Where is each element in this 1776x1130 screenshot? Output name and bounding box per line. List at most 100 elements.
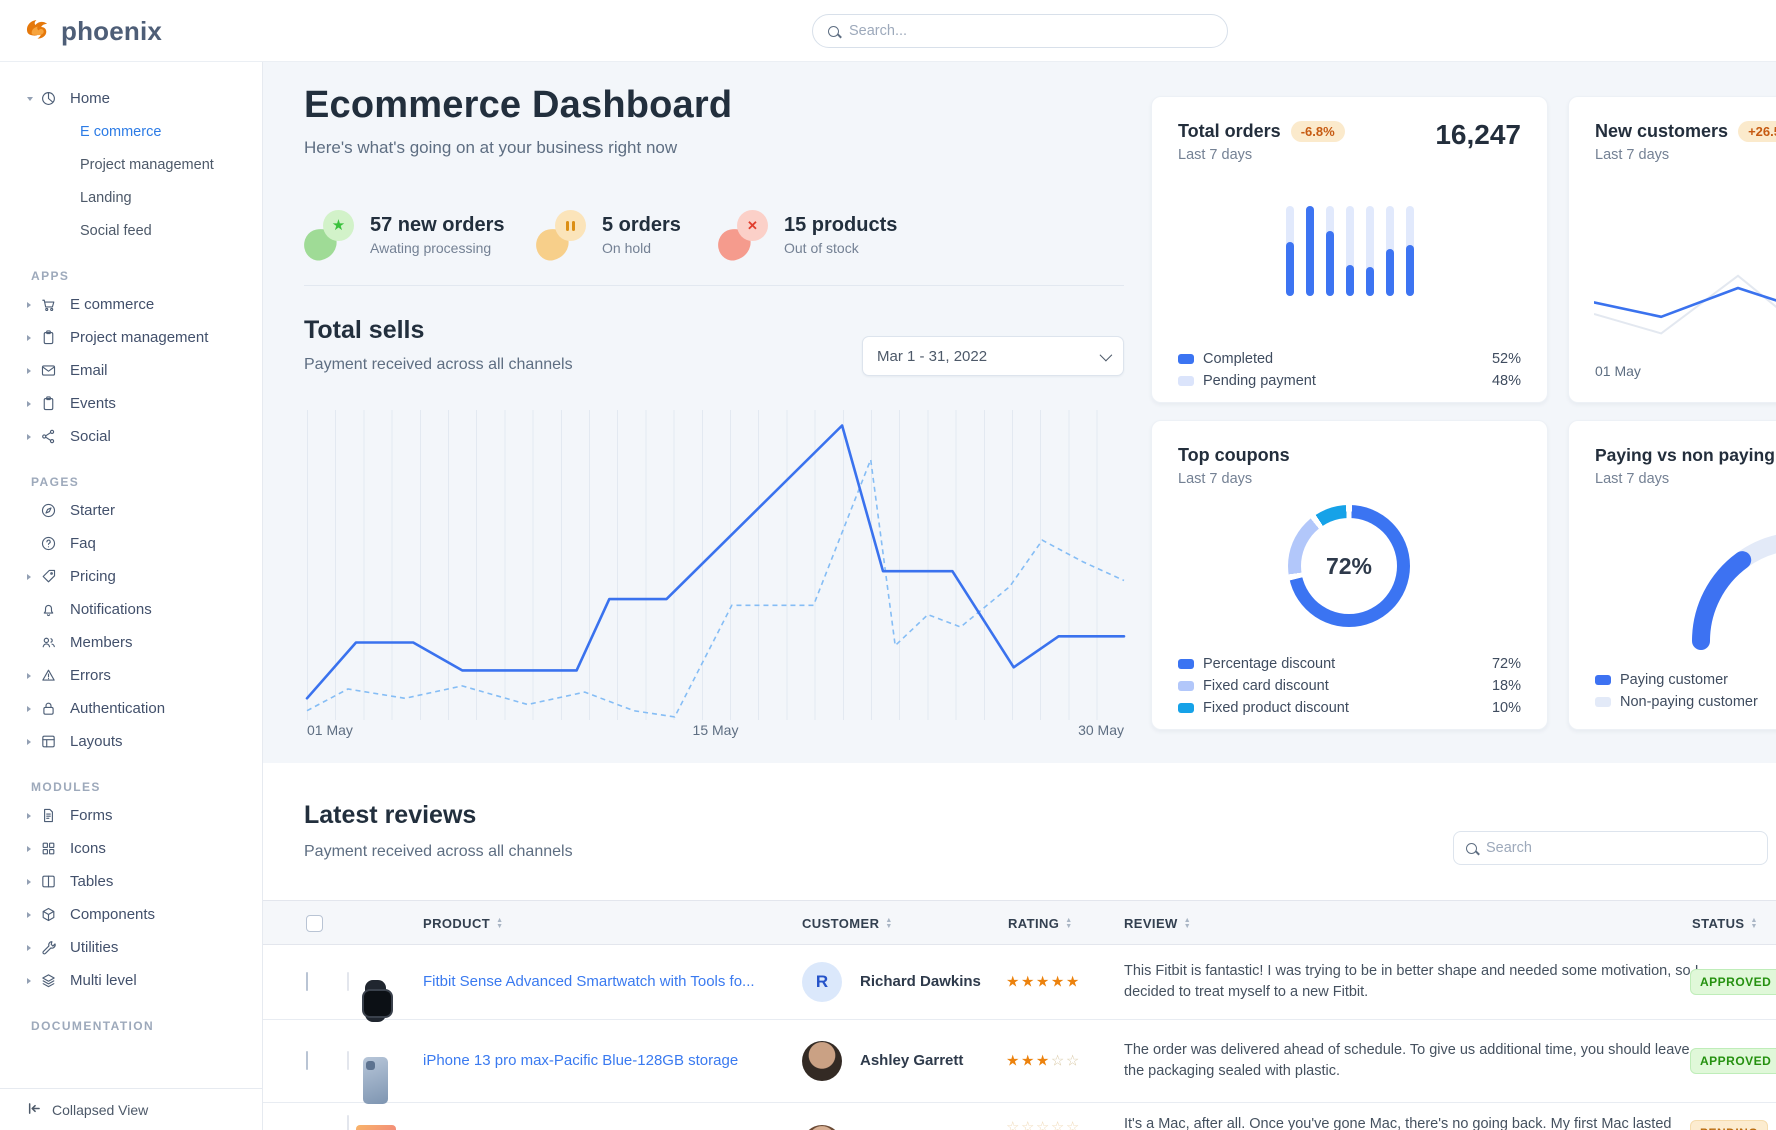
sidebar-item-tables[interactable]: Tables <box>0 865 262 898</box>
sidebar-item-errors[interactable]: Errors <box>0 659 262 692</box>
new-customers-card: New customers +26.5% Last 7 days 01 May <box>1568 96 1776 403</box>
card-period: Last 7 days <box>1178 147 1252 163</box>
chevron-right-icon <box>27 335 40 341</box>
product-link[interactable]: iPhone 13 pro max-Pacific Blue-128GB sto… <box>423 1052 738 1069</box>
total-orders-value: 16,247 <box>1435 119 1521 151</box>
new-customers-sparkline <box>1594 265 1776 337</box>
product-image-fitbit[interactable] <box>347 972 349 991</box>
sidebar-item-notifications[interactable]: Notifications <box>0 593 262 626</box>
product-image-imac[interactable] <box>347 1115 349 1130</box>
sidebar-item-events[interactable]: Events <box>0 387 262 420</box>
sort-icon <box>1750 918 1757 929</box>
pie-chart-icon <box>40 90 58 108</box>
sidebar-item-faq[interactable]: Faq <box>0 527 262 560</box>
sort-icon <box>1065 918 1072 929</box>
date-range-select[interactable]: Mar 1 - 31, 2022 <box>862 336 1124 376</box>
product-link[interactable]: Fitbit Sense Advanced Smartwatch with To… <box>423 973 755 990</box>
column-review[interactable]: REVIEW <box>1124 901 1191 946</box>
stat-on-hold: 5 orders On hold <box>536 208 681 260</box>
sidebar-item-home-social-feed[interactable]: Social feed <box>0 214 262 247</box>
card-title: New customers <box>1595 121 1728 142</box>
sidebar-item-multi-level[interactable]: Multi level <box>0 964 262 997</box>
column-status[interactable]: STATUS <box>1692 901 1758 946</box>
sidebar-item-members[interactable]: Members <box>0 626 262 659</box>
wrench-icon <box>40 939 58 957</box>
total-sells-subtitle: Payment received across all channels <box>304 356 573 374</box>
sidebar-item-forms[interactable]: Forms <box>0 799 262 832</box>
legend-fixed-card-discount: Fixed card discount 18% <box>1178 677 1521 695</box>
danger-x-icon: ✕ <box>718 208 768 260</box>
row-checkbox[interactable] <box>306 972 308 991</box>
sidebar-item-home[interactable]: Home <box>0 82 262 115</box>
collapse-arrow-icon <box>27 1101 42 1119</box>
brand-name: phoenix <box>61 16 162 47</box>
page-title: Ecommerce Dashboard <box>304 84 732 127</box>
stat-new-orders: ★ 57 new orders Awating processing <box>304 208 505 260</box>
layout-icon <box>40 733 58 751</box>
bell-icon <box>40 601 58 619</box>
legend-pending: Pending payment 48% <box>1178 372 1521 390</box>
chevron-right-icon <box>27 879 40 885</box>
chevron-right-icon <box>27 813 40 819</box>
column-customer[interactable]: CUSTOMER <box>802 901 893 946</box>
layers-icon <box>40 972 58 990</box>
card-period: Last 7 days <box>1595 147 1669 163</box>
sidebar-item-icons[interactable]: Icons <box>0 832 262 865</box>
total-sells-chart <box>307 410 1124 720</box>
sidebar-item-home-e-commerce[interactable]: E commerce <box>0 115 262 148</box>
dashboard-section: Ecommerce Dashboard Here's what's going … <box>263 62 1776 763</box>
global-search-input[interactable] <box>849 23 1212 39</box>
chevron-right-icon <box>27 368 40 374</box>
sidebar-item-authentication[interactable]: Authentication <box>0 692 262 725</box>
sidebar-item-utilities[interactable]: Utilities <box>0 931 262 964</box>
customer-name: Ashley Garrett <box>860 1052 963 1069</box>
rating-stars: ☆☆☆☆☆ <box>1006 1119 1081 1130</box>
total-sells-title: Total sells <box>304 316 424 345</box>
nav-group-label-documentation: DOCUMENTATION <box>0 1014 262 1038</box>
chevron-right-icon <box>27 673 40 679</box>
legend-percentage-discount: Percentage discount 72% <box>1178 655 1521 673</box>
sort-icon <box>496 918 503 929</box>
total-sells-x-axis: 01 May 15 May 30 May <box>307 722 1124 742</box>
status-badge: PENDING <box>1690 1120 1768 1130</box>
global-search[interactable] <box>812 14 1228 48</box>
collapsed-view-toggle[interactable]: Collapsed View <box>0 1088 262 1130</box>
sort-icon <box>885 918 892 929</box>
sidebar-item-components[interactable]: Components <box>0 898 262 931</box>
card-title: Total orders <box>1178 121 1281 142</box>
cart-icon <box>40 296 58 314</box>
sidebar-item-layouts[interactable]: Layouts <box>0 725 262 758</box>
compass-icon <box>40 502 58 520</box>
sidebar-item-e-commerce[interactable]: E commerce <box>0 288 262 321</box>
search-icon <box>828 26 839 37</box>
sidebar-item-home-landing[interactable]: Landing <box>0 181 262 214</box>
reviews-search[interactable] <box>1453 831 1768 865</box>
phoenix-flame-icon <box>22 14 52 49</box>
sidebar-item-starter[interactable]: Starter <box>0 494 262 527</box>
sidebar-item-pricing[interactable]: Pricing <box>0 560 262 593</box>
chevron-right-icon <box>27 706 40 712</box>
select-all-checkbox[interactable] <box>306 901 323 946</box>
legend-fixed-product-discount: Fixed product discount 10% <box>1178 699 1521 717</box>
column-product[interactable]: PRODUCT <box>423 901 503 946</box>
row-checkbox[interactable] <box>306 1051 308 1070</box>
share-icon <box>40 428 58 446</box>
reviews-search-input[interactable] <box>1486 840 1755 856</box>
brand-logo[interactable]: phoenix <box>22 0 162 62</box>
product-image-iphone[interactable] <box>347 1051 349 1070</box>
column-rating[interactable]: RATING <box>1008 901 1073 946</box>
sidebar-item-social[interactable]: Social <box>0 420 262 453</box>
rating-stars: ★★★☆☆ <box>1006 1053 1081 1070</box>
sidebar-item-email[interactable]: Email <box>0 354 262 387</box>
review-text: It's a Mac, after all. Once you've gone … <box>1124 1116 1671 1130</box>
warning-pause-icon <box>536 208 586 260</box>
legend-completed: Completed 52% <box>1178 350 1521 368</box>
sidebar-item-project-management[interactable]: Project management <box>0 321 262 354</box>
sparkline-x-label: 01 May <box>1595 363 1641 379</box>
chevron-right-icon <box>27 434 40 440</box>
sidebar-item-home-project-management[interactable]: Project management <box>0 148 262 181</box>
order-bar <box>1306 206 1314 296</box>
sidebar-nav: Home E commerce Project management Landi… <box>0 62 263 1130</box>
trend-badge: -6.8% <box>1291 121 1345 142</box>
section-divider <box>304 285 1124 286</box>
